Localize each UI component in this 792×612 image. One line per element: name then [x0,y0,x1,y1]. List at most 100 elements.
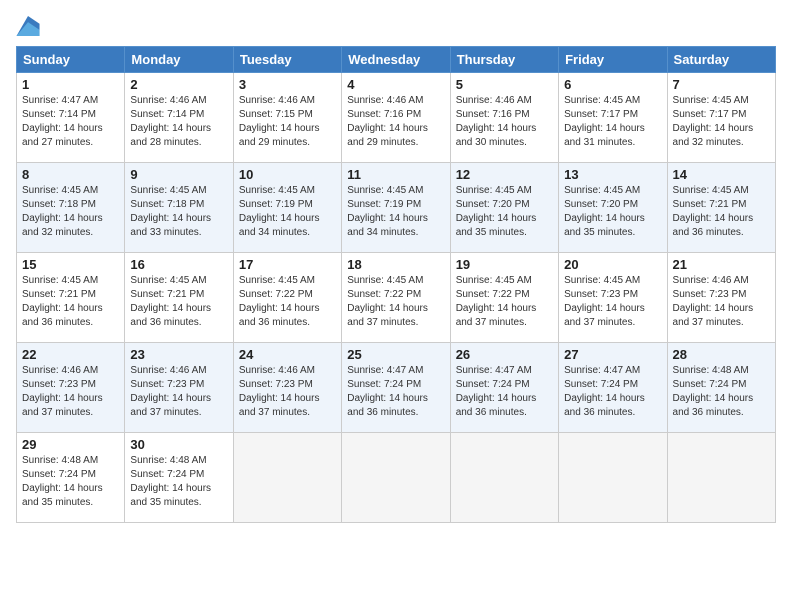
day-info: Sunrise: 4:46 AMSunset: 7:23 PMDaylight:… [239,364,336,420]
day-info: Sunrise: 4:45 AMSunset: 7:23 PMDaylight:… [564,274,661,330]
day-info: Sunrise: 4:45 AMSunset: 7:22 PMDaylight:… [239,274,336,330]
calendar-week-row: 22 Sunrise: 4:46 AMSunset: 7:23 PMDaylig… [17,343,776,433]
day-number: 2 [130,77,227,92]
day-number: 12 [456,167,553,182]
weekday-header-sunday: Sunday [17,47,125,73]
calendar-day-cell: 11 Sunrise: 4:45 AMSunset: 7:19 PMDaylig… [342,163,450,253]
calendar-day-cell: 1 Sunrise: 4:47 AMSunset: 7:14 PMDayligh… [17,73,125,163]
logo-icon [16,16,40,36]
day-info: Sunrise: 4:46 AMSunset: 7:14 PMDaylight:… [130,94,227,150]
calendar-week-row: 15 Sunrise: 4:45 AMSunset: 7:21 PMDaylig… [17,253,776,343]
day-number: 19 [456,257,553,272]
calendar-day-cell: 7 Sunrise: 4:45 AMSunset: 7:17 PMDayligh… [667,73,775,163]
day-info: Sunrise: 4:47 AMSunset: 7:24 PMDaylight:… [347,364,444,420]
day-info: Sunrise: 4:48 AMSunset: 7:24 PMDaylight:… [130,454,227,510]
calendar-day-cell [450,433,558,523]
calendar-day-cell [342,433,450,523]
calendar-day-cell: 17 Sunrise: 4:45 AMSunset: 7:22 PMDaylig… [233,253,341,343]
day-number: 1 [22,77,119,92]
day-number: 5 [456,77,553,92]
day-info: Sunrise: 4:45 AMSunset: 7:22 PMDaylight:… [347,274,444,330]
day-info: Sunrise: 4:46 AMSunset: 7:15 PMDaylight:… [239,94,336,150]
calendar-day-cell [233,433,341,523]
calendar-day-cell: 28 Sunrise: 4:48 AMSunset: 7:24 PMDaylig… [667,343,775,433]
calendar-day-cell: 27 Sunrise: 4:47 AMSunset: 7:24 PMDaylig… [559,343,667,433]
day-info: Sunrise: 4:45 AMSunset: 7:18 PMDaylight:… [130,184,227,240]
calendar-day-cell: 2 Sunrise: 4:46 AMSunset: 7:14 PMDayligh… [125,73,233,163]
day-number: 30 [130,437,227,452]
day-info: Sunrise: 4:48 AMSunset: 7:24 PMDaylight:… [673,364,770,420]
day-number: 10 [239,167,336,182]
day-info: Sunrise: 4:46 AMSunset: 7:23 PMDaylight:… [130,364,227,420]
weekday-header-wednesday: Wednesday [342,47,450,73]
calendar-table: SundayMondayTuesdayWednesdayThursdayFrid… [16,46,776,523]
calendar-day-cell: 3 Sunrise: 4:46 AMSunset: 7:15 PMDayligh… [233,73,341,163]
day-number: 27 [564,347,661,362]
day-number: 17 [239,257,336,272]
calendar-day-cell: 5 Sunrise: 4:46 AMSunset: 7:16 PMDayligh… [450,73,558,163]
weekday-header-saturday: Saturday [667,47,775,73]
day-number: 24 [239,347,336,362]
calendar-day-cell [559,433,667,523]
day-info: Sunrise: 4:46 AMSunset: 7:23 PMDaylight:… [673,274,770,330]
day-info: Sunrise: 4:45 AMSunset: 7:18 PMDaylight:… [22,184,119,240]
calendar-day-cell: 10 Sunrise: 4:45 AMSunset: 7:19 PMDaylig… [233,163,341,253]
weekday-header-friday: Friday [559,47,667,73]
day-number: 25 [347,347,444,362]
day-info: Sunrise: 4:47 AMSunset: 7:14 PMDaylight:… [22,94,119,150]
day-info: Sunrise: 4:45 AMSunset: 7:22 PMDaylight:… [456,274,553,330]
day-info: Sunrise: 4:47 AMSunset: 7:24 PMDaylight:… [564,364,661,420]
day-number: 21 [673,257,770,272]
calendar-day-cell: 20 Sunrise: 4:45 AMSunset: 7:23 PMDaylig… [559,253,667,343]
day-info: Sunrise: 4:45 AMSunset: 7:21 PMDaylight:… [673,184,770,240]
calendar-week-row: 8 Sunrise: 4:45 AMSunset: 7:18 PMDayligh… [17,163,776,253]
day-number: 20 [564,257,661,272]
day-number: 4 [347,77,444,92]
logo [16,16,44,36]
day-info: Sunrise: 4:45 AMSunset: 7:20 PMDaylight:… [456,184,553,240]
day-number: 8 [22,167,119,182]
page-header [16,16,776,36]
calendar-week-row: 29 Sunrise: 4:48 AMSunset: 7:24 PMDaylig… [17,433,776,523]
calendar-day-cell: 9 Sunrise: 4:45 AMSunset: 7:18 PMDayligh… [125,163,233,253]
weekday-header-row: SundayMondayTuesdayWednesdayThursdayFrid… [17,47,776,73]
day-info: Sunrise: 4:45 AMSunset: 7:20 PMDaylight:… [564,184,661,240]
day-info: Sunrise: 4:45 AMSunset: 7:21 PMDaylight:… [130,274,227,330]
day-number: 22 [22,347,119,362]
calendar-day-cell: 24 Sunrise: 4:46 AMSunset: 7:23 PMDaylig… [233,343,341,433]
calendar-week-row: 1 Sunrise: 4:47 AMSunset: 7:14 PMDayligh… [17,73,776,163]
day-number: 11 [347,167,444,182]
day-number: 9 [130,167,227,182]
day-number: 29 [22,437,119,452]
day-info: Sunrise: 4:46 AMSunset: 7:16 PMDaylight:… [347,94,444,150]
day-info: Sunrise: 4:47 AMSunset: 7:24 PMDaylight:… [456,364,553,420]
calendar-day-cell: 6 Sunrise: 4:45 AMSunset: 7:17 PMDayligh… [559,73,667,163]
weekday-header-tuesday: Tuesday [233,47,341,73]
calendar-day-cell: 16 Sunrise: 4:45 AMSunset: 7:21 PMDaylig… [125,253,233,343]
day-number: 18 [347,257,444,272]
calendar-day-cell: 26 Sunrise: 4:47 AMSunset: 7:24 PMDaylig… [450,343,558,433]
calendar-day-cell: 25 Sunrise: 4:47 AMSunset: 7:24 PMDaylig… [342,343,450,433]
day-info: Sunrise: 4:46 AMSunset: 7:16 PMDaylight:… [456,94,553,150]
day-number: 3 [239,77,336,92]
calendar-day-cell: 23 Sunrise: 4:46 AMSunset: 7:23 PMDaylig… [125,343,233,433]
day-number: 13 [564,167,661,182]
day-info: Sunrise: 4:45 AMSunset: 7:17 PMDaylight:… [673,94,770,150]
calendar-day-cell [667,433,775,523]
day-info: Sunrise: 4:45 AMSunset: 7:19 PMDaylight:… [347,184,444,240]
calendar-day-cell: 4 Sunrise: 4:46 AMSunset: 7:16 PMDayligh… [342,73,450,163]
calendar-day-cell: 15 Sunrise: 4:45 AMSunset: 7:21 PMDaylig… [17,253,125,343]
calendar-day-cell: 29 Sunrise: 4:48 AMSunset: 7:24 PMDaylig… [17,433,125,523]
day-info: Sunrise: 4:45 AMSunset: 7:19 PMDaylight:… [239,184,336,240]
day-number: 6 [564,77,661,92]
day-number: 23 [130,347,227,362]
day-number: 7 [673,77,770,92]
calendar-day-cell: 12 Sunrise: 4:45 AMSunset: 7:20 PMDaylig… [450,163,558,253]
day-number: 26 [456,347,553,362]
weekday-header-monday: Monday [125,47,233,73]
calendar-day-cell: 21 Sunrise: 4:46 AMSunset: 7:23 PMDaylig… [667,253,775,343]
calendar-day-cell: 22 Sunrise: 4:46 AMSunset: 7:23 PMDaylig… [17,343,125,433]
calendar-day-cell: 13 Sunrise: 4:45 AMSunset: 7:20 PMDaylig… [559,163,667,253]
day-info: Sunrise: 4:48 AMSunset: 7:24 PMDaylight:… [22,454,119,510]
day-info: Sunrise: 4:45 AMSunset: 7:17 PMDaylight:… [564,94,661,150]
